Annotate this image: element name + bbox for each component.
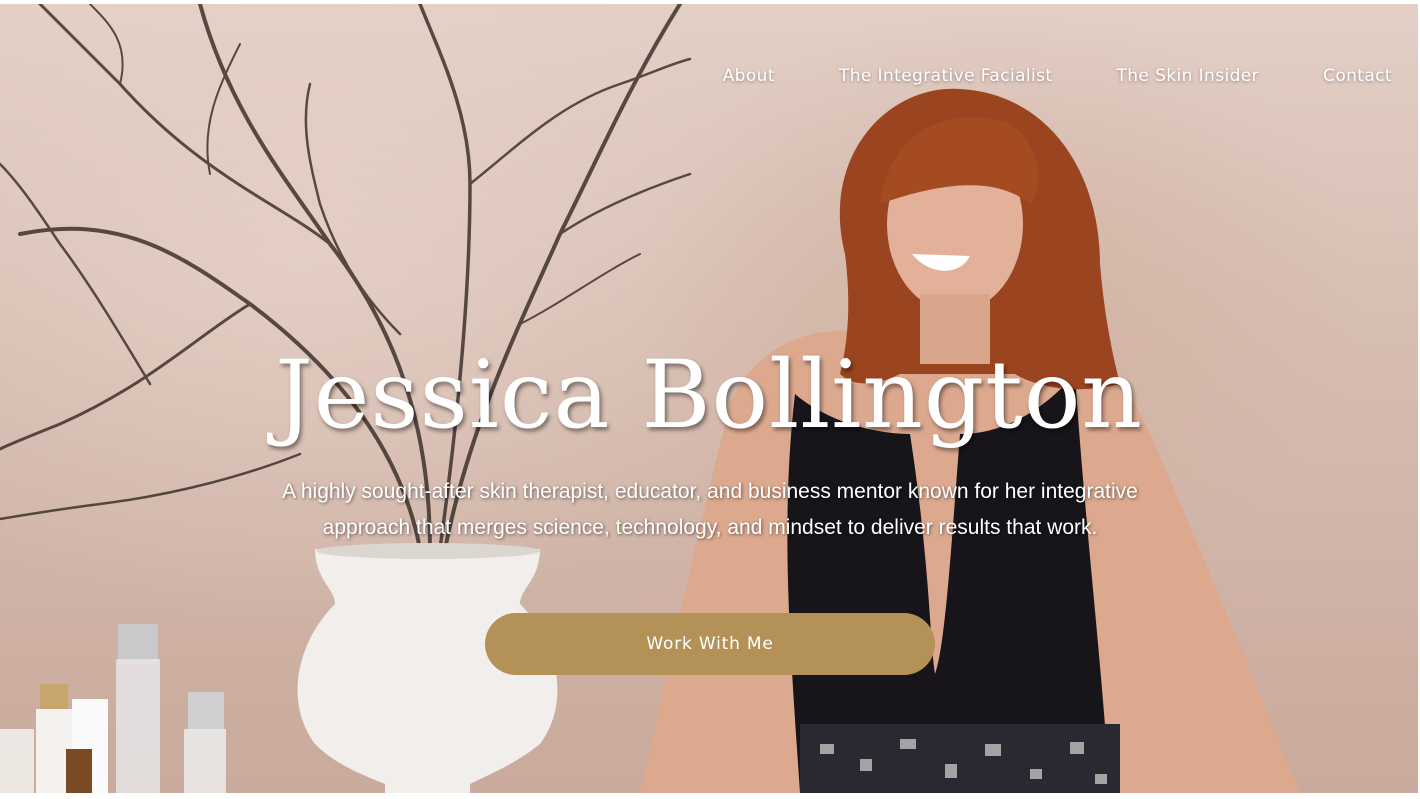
skincare-bottles	[0, 624, 226, 793]
hero-section: About The Integrative Facialist The Skin…	[0, 4, 1418, 793]
nav-link-about[interactable]: About	[723, 66, 775, 86]
hero-title: Jessica Bollington	[275, 341, 1143, 450]
hero-subtitle: A highly sought-after skin therapist, ed…	[282, 480, 1138, 539]
nav-link-skin-insider[interactable]: The Skin Insider	[1116, 66, 1259, 86]
nav-link-contact[interactable]: Contact	[1323, 66, 1392, 86]
nav-link-integrative-facialist[interactable]: The Integrative Facialist	[839, 66, 1053, 86]
main-nav: About The Integrative Facialist The Skin…	[659, 66, 1392, 86]
work-with-me-button[interactable]: Work With Me	[485, 613, 935, 675]
